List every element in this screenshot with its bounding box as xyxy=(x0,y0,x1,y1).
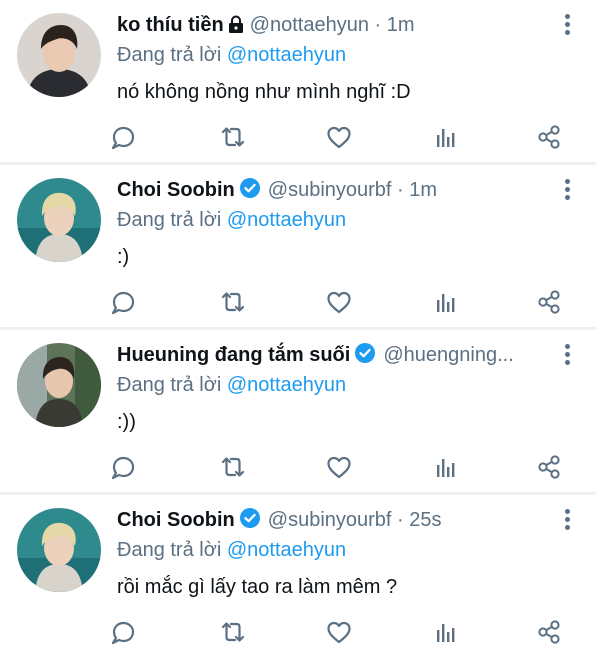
heart-icon[interactable] xyxy=(324,287,354,317)
retweet-icon[interactable] xyxy=(218,287,248,317)
timestamp[interactable]: 1m xyxy=(387,14,415,36)
replying-to: Đang trả lời @nottaehyun xyxy=(117,372,346,398)
handle[interactable]: @subinyourbf xyxy=(268,509,392,531)
display-name[interactable]: Choi Soobin xyxy=(117,509,235,531)
verified-badge-icon xyxy=(239,508,260,528)
analytics-icon[interactable] xyxy=(429,452,459,482)
verified-badge-icon xyxy=(239,178,260,198)
reply-icon[interactable] xyxy=(108,452,138,482)
reply-icon[interactable] xyxy=(108,617,138,647)
tweet-feed: ko thíu tiền @nottaehyun · 1m Đang trả lờ… xyxy=(0,0,596,660)
tweet-text: :)) xyxy=(117,411,136,433)
heart-icon[interactable] xyxy=(324,122,354,152)
replying-to-label: Đang trả lời xyxy=(117,374,222,396)
verified-badge-icon xyxy=(355,343,376,363)
more-vertical-icon[interactable] xyxy=(562,507,572,533)
retweet-icon[interactable] xyxy=(218,122,248,152)
analytics-icon[interactable] xyxy=(429,617,459,647)
share-icon[interactable] xyxy=(534,287,564,317)
retweet-icon[interactable] xyxy=(218,452,248,482)
tweet-item[interactable]: ko thíu tiền @nottaehyun · 1m Đang trả lờ… xyxy=(0,0,596,165)
more-vertical-icon[interactable] xyxy=(562,342,572,368)
handle[interactable]: @subinyourbf xyxy=(268,179,392,201)
avatar[interactable] xyxy=(17,343,101,427)
replying-to: Đang trả lời @nottaehyun xyxy=(117,42,346,68)
separator-dot: · xyxy=(397,179,404,201)
avatar[interactable] xyxy=(17,508,101,592)
timestamp[interactable]: 25s xyxy=(409,509,441,531)
handle[interactable]: @huengning... xyxy=(383,344,513,366)
separator-dot: · xyxy=(374,14,382,36)
tweet-text: nó không nồng như mình nghĩ :D xyxy=(117,81,411,103)
reply-icon[interactable] xyxy=(108,122,138,152)
analytics-icon[interactable] xyxy=(429,287,459,317)
replying-to-label: Đang trả lời xyxy=(117,44,222,66)
mention-link[interactable]: @nottaehyun xyxy=(227,209,346,231)
display-name[interactable]: Choi Soobin xyxy=(117,179,235,201)
tweet-text: :) xyxy=(117,246,130,268)
tweet-item[interactable]: Choi Soobin @subinyourbf · 1m Đang trả lờ… xyxy=(0,165,596,330)
replying-to: Đang trả lời @nottaehyun xyxy=(117,537,346,563)
avatar[interactable] xyxy=(17,178,101,262)
analytics-icon[interactable] xyxy=(429,122,459,152)
action-bar xyxy=(108,452,568,482)
lock-icon xyxy=(228,15,243,33)
share-icon[interactable] xyxy=(534,122,564,152)
mention-link[interactable]: @nottaehyun xyxy=(227,539,346,561)
handle[interactable]: @nottaehyun xyxy=(250,14,369,36)
more-vertical-icon[interactable] xyxy=(562,12,572,38)
heart-icon[interactable] xyxy=(324,617,354,647)
mention-link[interactable]: @nottaehyun xyxy=(227,44,346,66)
action-bar xyxy=(108,122,568,152)
share-icon[interactable] xyxy=(534,617,564,647)
retweet-icon[interactable] xyxy=(218,617,248,647)
display-name[interactable]: Hueuning đang tắm suối xyxy=(117,344,350,366)
separator-dot: · xyxy=(397,509,404,531)
replying-to: Đang trả lời @nottaehyun xyxy=(117,207,346,233)
share-icon[interactable] xyxy=(534,452,564,482)
mention-link[interactable]: @nottaehyun xyxy=(227,374,346,396)
tweet-item[interactable]: Hueuning đang tắm suối @huengning... Đang… xyxy=(0,330,596,495)
heart-icon[interactable] xyxy=(324,452,354,482)
display-name[interactable]: ko thíu tiền xyxy=(117,14,224,36)
tweet-header: Choi Soobin @subinyourbf · 1m xyxy=(117,177,550,203)
more-vertical-icon[interactable] xyxy=(562,177,572,203)
action-bar xyxy=(108,287,568,317)
timestamp[interactable]: 1m xyxy=(409,179,437,201)
tweet-text: rồi mắc gì lấy tao ra làm mêm ? xyxy=(117,576,398,598)
tweet-header: Choi Soobin @subinyourbf · 25s xyxy=(117,507,550,533)
tweet-header: Hueuning đang tắm suối @huengning... xyxy=(117,342,550,368)
tweet-header: ko thíu tiền @nottaehyun · 1m xyxy=(117,12,550,38)
reply-icon[interactable] xyxy=(108,287,138,317)
tweet-item[interactable]: Choi Soobin @subinyourbf · 25s Đang trả l… xyxy=(0,495,596,660)
replying-to-label: Đang trả lời xyxy=(117,209,222,231)
avatar[interactable] xyxy=(17,13,101,97)
action-bar xyxy=(108,617,568,647)
replying-to-label: Đang trả lời xyxy=(117,539,222,561)
